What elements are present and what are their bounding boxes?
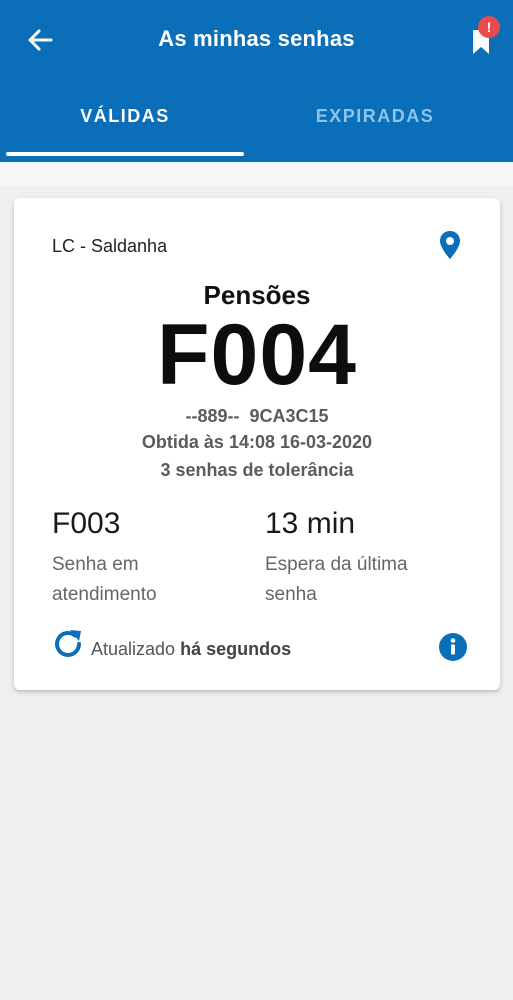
- location-name: LC - Saldanha: [52, 236, 168, 256]
- wait-time-value: 13 min: [265, 507, 356, 540]
- page-title: As minhas senhas: [158, 26, 355, 51]
- info-icon[interactable]: [438, 632, 468, 662]
- obtained-time: Obtida às 14:08 16-03-2020: [141, 432, 373, 452]
- app-bar: As minhas senhas ! VÁLIDAS EXPIRADAS: [0, 0, 513, 162]
- content-top-strip: [0, 162, 513, 186]
- current-ticket-value: F003: [52, 507, 121, 540]
- last-updated: Atualizado há segundos: [91, 639, 291, 660]
- updated-prefix: Atualizado: [91, 639, 176, 659]
- tolerance-info: 3 senhas de tolerância: [160, 460, 354, 480]
- bookmarks-button[interactable]: !: [466, 16, 500, 56]
- wait-time-label: Espera da última senha: [265, 554, 408, 605]
- updated-time: há segundos: [180, 639, 292, 659]
- current-ticket-label: Senha em atendimento: [52, 554, 157, 605]
- ticket-card[interactable]: LC - Saldanha Pensões F004 --889-- 9CA3C…: [14, 198, 500, 690]
- active-tab-indicator: [6, 152, 244, 156]
- ticket-number: F004: [156, 307, 358, 403]
- refresh-icon[interactable]: [50, 626, 86, 662]
- tab-validas[interactable]: VÁLIDAS: [6, 106, 244, 134]
- notification-badge: !: [478, 16, 500, 38]
- tab-expiradas[interactable]: EXPIRADAS: [256, 106, 494, 134]
- location-pin-icon[interactable]: [438, 230, 462, 260]
- ticket-code: --889-- 9CA3C15: [185, 406, 329, 426]
